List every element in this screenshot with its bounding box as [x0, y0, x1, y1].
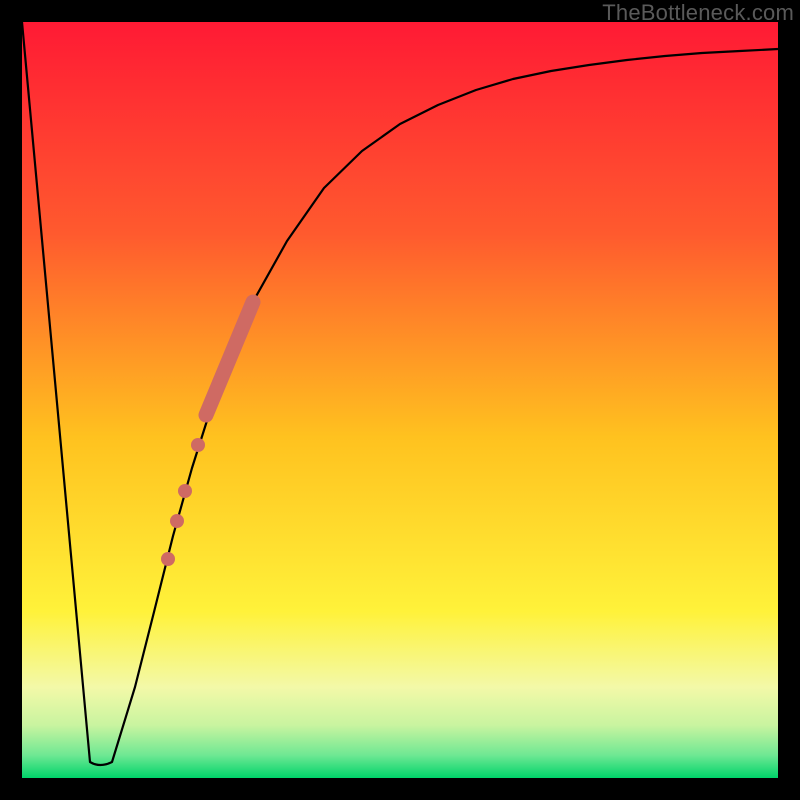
chart-frame: TheBottleneck.com: [0, 0, 800, 800]
marker-dot: [191, 438, 205, 452]
marker-dot: [161, 552, 175, 566]
marker-dot: [178, 484, 192, 498]
plot-area: [22, 22, 778, 778]
marker-dot: [170, 514, 184, 528]
attribution-label: TheBottleneck.com: [602, 0, 794, 26]
chart-svg: [22, 22, 778, 778]
gradient-background: [22, 22, 778, 778]
